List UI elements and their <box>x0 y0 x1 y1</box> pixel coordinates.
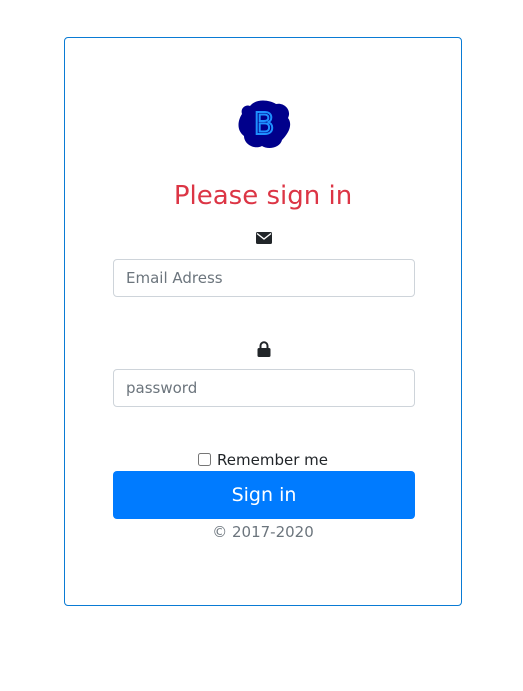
brand-logo: B <box>238 100 291 148</box>
logo-letter: B <box>254 107 275 142</box>
copyright-text: © 2017-2020 <box>212 523 314 541</box>
envelope-icon <box>256 232 272 244</box>
password-field[interactable] <box>113 369 415 407</box>
lock-icon <box>257 341 271 357</box>
page-title: Please sign in <box>173 181 353 211</box>
remember-me-row: Remember me <box>64 450 462 470</box>
email-field[interactable] <box>113 259 415 297</box>
remember-me-checkbox[interactable] <box>198 453 212 466</box>
remember-me-label: Remember me <box>217 451 328 469</box>
sign-in-button[interactable]: Sign in <box>113 471 415 519</box>
